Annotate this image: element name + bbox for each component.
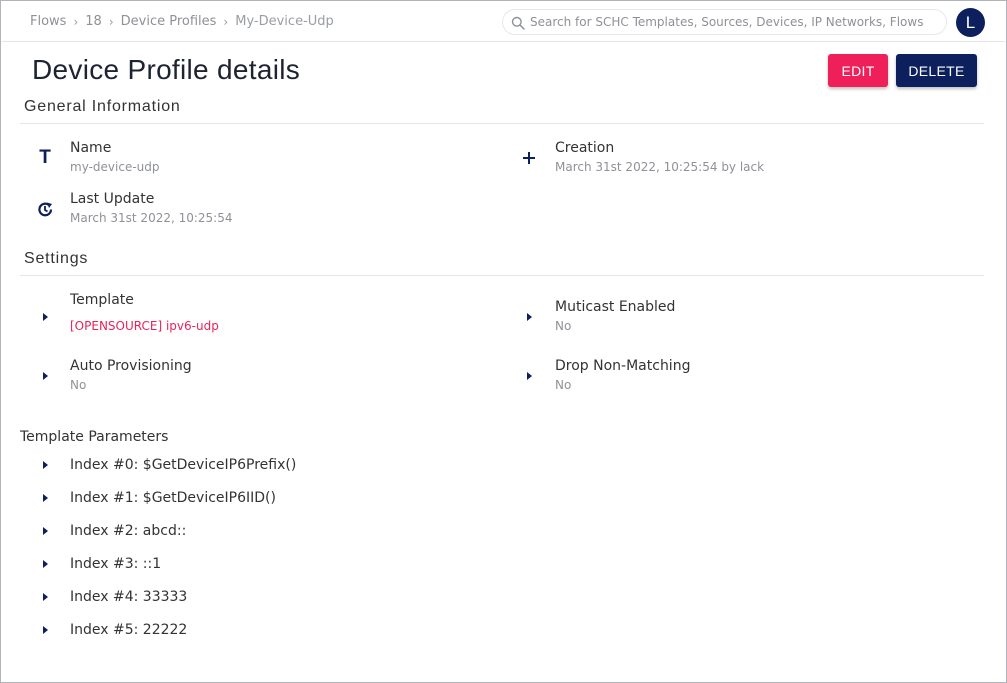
template-label: Template xyxy=(70,292,134,308)
auto-provisioning-label: Auto Provisioning xyxy=(70,358,192,374)
drop-non-matching-value: No xyxy=(555,378,572,392)
breadcrumb-device-profiles[interactable]: Device Profiles xyxy=(121,14,217,29)
app-window: Flows › 18 › Device Profiles › My-Device… xyxy=(0,0,1007,683)
parameter-text: Index #4: 33333 xyxy=(70,589,188,605)
section-divider xyxy=(20,275,984,276)
caret-right-icon[interactable] xyxy=(43,313,48,321)
search-icon xyxy=(511,15,525,30)
breadcrumb: Flows › 18 › Device Profiles › My-Device… xyxy=(30,14,334,29)
search-input[interactable] xyxy=(530,15,940,29)
last-update-field: Last Update March 31st 2022, 10:25:54 xyxy=(70,191,233,225)
breadcrumb-separator: › xyxy=(73,14,79,29)
plus-icon xyxy=(521,150,537,166)
parameter-text: Index #0: $GetDeviceIP6Prefix() xyxy=(70,457,297,473)
breadcrumb-separator: › xyxy=(223,14,229,29)
caret-right-icon xyxy=(43,626,48,634)
last-update-label: Last Update xyxy=(70,191,155,207)
breadcrumb-current: My-Device-Udp xyxy=(235,14,334,29)
parameter-text: Index #1: $GetDeviceIP6IID() xyxy=(70,490,276,506)
caret-right-icon xyxy=(43,494,48,502)
name-field: Name my-device-udp xyxy=(70,140,160,174)
creation-field: Creation March 31st 2022, 10:25:54 by la… xyxy=(555,140,764,174)
caret-right-icon[interactable] xyxy=(527,313,532,321)
caret-right-icon xyxy=(43,560,48,568)
breadcrumb-separator: › xyxy=(108,14,114,29)
drop-non-matching-label: Drop Non-Matching xyxy=(555,358,691,374)
breadcrumb-flows[interactable]: Flows xyxy=(30,14,66,29)
section-divider xyxy=(20,123,984,124)
auto-provisioning-value: No xyxy=(70,378,87,392)
multicast-value: No xyxy=(555,319,572,333)
multicast-field: Muticast Enabled No xyxy=(555,299,675,333)
caret-right-icon xyxy=(43,461,48,469)
template-parameters-heading: Template Parameters xyxy=(20,429,169,445)
caret-right-icon[interactable] xyxy=(43,372,48,380)
multicast-label: Muticast Enabled xyxy=(555,299,676,315)
caret-right-icon xyxy=(43,527,48,535)
template-link[interactable]: [OPENSOURCE] ipv6-udp xyxy=(70,319,219,333)
name-value: my-device-udp xyxy=(70,160,160,174)
parameter-text: Index #2: abcd:: xyxy=(70,523,187,539)
global-search[interactable] xyxy=(502,9,947,35)
template-field: Template [OPENSOURCE] ipv6-udp xyxy=(70,292,219,333)
top-bar: Flows › 18 › Device Profiles › My-Device… xyxy=(2,2,1005,42)
breadcrumb-flow-18[interactable]: 18 xyxy=(85,14,102,29)
user-avatar[interactable]: L xyxy=(956,8,985,37)
parameter-text: Index #3: ::1 xyxy=(70,556,162,572)
general-information-heading: General Information xyxy=(24,98,181,115)
delete-button[interactable]: DELETE xyxy=(896,54,977,87)
parameter-text: Index #5: 22222 xyxy=(70,622,188,638)
settings-heading: Settings xyxy=(24,250,89,267)
history-icon xyxy=(36,200,54,218)
name-label: Name xyxy=(70,140,112,156)
creation-label: Creation xyxy=(555,140,615,156)
last-update-value: March 31st 2022, 10:25:54 xyxy=(70,211,233,225)
caret-right-icon xyxy=(43,593,48,601)
page-title: Device Profile details xyxy=(32,54,301,85)
caret-right-icon[interactable] xyxy=(527,372,532,380)
auto-provisioning-field: Auto Provisioning No xyxy=(70,358,192,392)
text-icon: T xyxy=(39,147,51,168)
creation-value: March 31st 2022, 10:25:54 by lack xyxy=(555,160,765,174)
edit-button[interactable]: EDIT xyxy=(828,54,888,87)
drop-non-matching-field: Drop Non-Matching No xyxy=(555,358,690,392)
